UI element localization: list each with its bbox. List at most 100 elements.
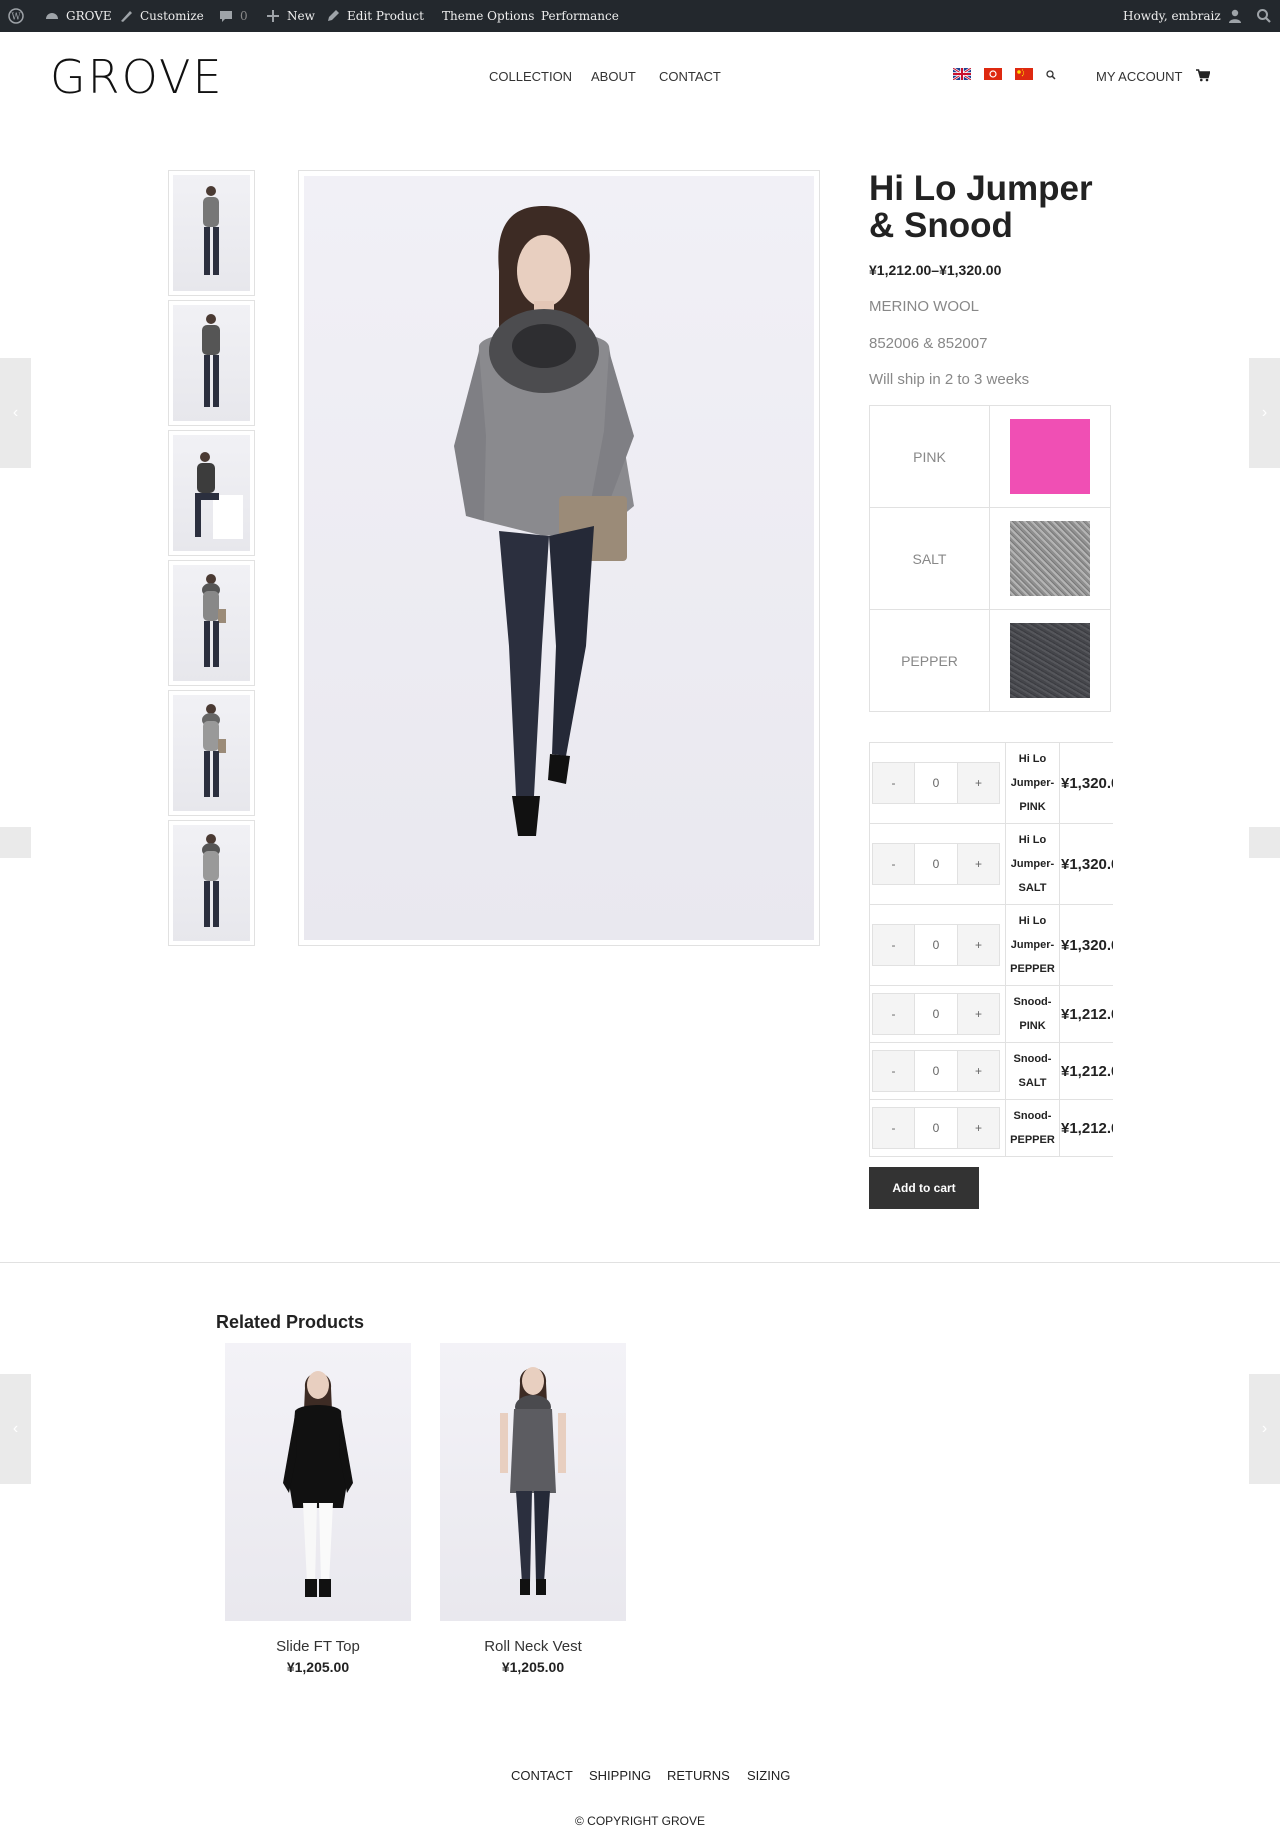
variation-name-line: Snood-: [1013, 996, 1052, 1008]
pink-swatch: [1010, 419, 1090, 494]
swatch-label: PINK: [869, 405, 990, 508]
variation-price: ¥1,320.00: [1059, 742, 1113, 824]
related-product-name[interactable]: Slide FT Top: [225, 1638, 411, 1655]
main-product-image[interactable]: [298, 170, 820, 946]
cart-icon[interactable]: [1196, 69, 1210, 82]
new-label: New: [287, 9, 315, 23]
howdy-label: Howdy, embraiz: [1123, 9, 1221, 23]
quantity-input[interactable]: 0: [915, 762, 957, 804]
variation-name-line: PINK: [1019, 801, 1046, 813]
site-name: GROVE: [66, 9, 112, 23]
gallery-thumbnail[interactable]: [168, 690, 255, 816]
swatch-label: PEPPER: [869, 609, 990, 712]
plus-button[interactable]: +: [957, 762, 1000, 804]
gallery-thumbnail[interactable]: [168, 430, 255, 556]
swatch-cell: [989, 609, 1111, 712]
theme-options-link[interactable]: Theme Options: [442, 0, 534, 32]
minus-button[interactable]: -: [872, 924, 915, 966]
quantity-stepper: - 0 +: [872, 924, 1002, 966]
plus-button[interactable]: +: [957, 924, 1000, 966]
product-thumbnail-image: [173, 435, 250, 551]
related-product-name[interactable]: Roll Neck Vest: [440, 1638, 626, 1655]
add-to-cart-button[interactable]: Add to cart: [869, 1167, 979, 1209]
nav-about[interactable]: ABOUT: [591, 69, 636, 84]
performance-link[interactable]: Performance: [541, 0, 619, 32]
footer-link-sizing[interactable]: SIZING: [747, 1768, 790, 1783]
swatch-row: SALT: [869, 507, 1111, 610]
customize-label: Customize: [140, 9, 204, 23]
chevron-right-icon: ›: [1261, 404, 1268, 421]
comments-link[interactable]: 0: [218, 0, 248, 32]
variation-name: Hi Lo Jumper- PEPPER: [1005, 904, 1060, 986]
color-swatch-table: PINK SALT PEPPER: [869, 405, 1111, 712]
nav-collection[interactable]: COLLECTION: [489, 69, 572, 84]
minus-button[interactable]: -: [872, 1107, 915, 1149]
quantity-input[interactable]: 0: [915, 1050, 957, 1092]
variation-price: ¥1,212.00: [1059, 1042, 1113, 1100]
quantity-input[interactable]: 0: [915, 843, 957, 885]
variation-name-line: Hi Lo: [1018, 753, 1047, 765]
product-codes: 852006 & 852007: [869, 335, 988, 352]
variation-name-line: PEPPER: [1010, 963, 1055, 975]
next-arrow-small[interactable]: [1249, 827, 1280, 858]
next-related-arrow[interactable]: ›: [1249, 1374, 1280, 1484]
admin-bar: W GROVE Customize 0 New Edit Product The…: [0, 0, 1280, 32]
new-link[interactable]: New: [265, 0, 315, 32]
quantity-input[interactable]: 0: [915, 1107, 957, 1149]
variation-price: ¥1,320.00: [1059, 823, 1113, 905]
site-logo[interactable]: GROVE: [50, 52, 224, 102]
variation-row: - 0 + Snood- PEPPER ¥1,212.00: [869, 1099, 1113, 1157]
prev-product-arrow[interactable]: ‹: [0, 358, 31, 468]
swatch-row: PINK: [869, 405, 1111, 508]
footer-link-returns[interactable]: RETURNS: [667, 1768, 730, 1783]
minus-button[interactable]: -: [872, 1050, 915, 1092]
variation-name: Snood- SALT: [1005, 1042, 1060, 1100]
nav-contact[interactable]: CONTACT: [659, 69, 721, 84]
swatch-label: SALT: [869, 507, 990, 610]
plus-button[interactable]: +: [957, 843, 1000, 885]
minus-button[interactable]: -: [872, 843, 915, 885]
footer-link-shipping[interactable]: SHIPPING: [589, 1768, 651, 1783]
quantity-stepper: - 0 +: [872, 993, 1002, 1035]
gallery-thumbnail[interactable]: [168, 170, 255, 296]
edit-product-link[interactable]: Edit Product: [325, 0, 424, 32]
quantity-input[interactable]: 0: [915, 993, 957, 1035]
variation-price: ¥1,320.00: [1059, 904, 1113, 986]
product-thumbnail-image: [173, 175, 250, 291]
related-product-image[interactable]: [225, 1343, 411, 1621]
hong-kong-flag-icon[interactable]: [984, 68, 1002, 80]
minus-button[interactable]: -: [872, 762, 915, 804]
variation-name: Snood- PEPPER: [1005, 1099, 1060, 1157]
gallery-thumbnail[interactable]: [168, 820, 255, 946]
related-product-image[interactable]: [440, 1343, 626, 1621]
admin-search-icon[interactable]: [1256, 0, 1272, 32]
customize-link[interactable]: Customize: [118, 0, 204, 32]
product-thumbnail-image: [173, 565, 250, 681]
prev-related-arrow[interactable]: ‹: [0, 1374, 31, 1484]
shipping-note: Will ship in 2 to 3 weeks: [869, 371, 1030, 388]
variation-price: ¥1,212.00: [1059, 985, 1113, 1043]
search-icon[interactable]: [1046, 70, 1056, 80]
quantity-input[interactable]: 0: [915, 924, 957, 966]
footer-link-contact[interactable]: CONTACT: [511, 1768, 573, 1783]
plus-button[interactable]: +: [957, 1107, 1000, 1149]
next-product-arrow[interactable]: ›: [1249, 358, 1280, 468]
gallery-thumbnail[interactable]: [168, 300, 255, 426]
uk-flag-icon[interactable]: [953, 68, 971, 80]
my-account-link[interactable]: MY ACCOUNT: [1096, 69, 1182, 84]
prev-arrow-small[interactable]: [0, 827, 31, 858]
minus-button[interactable]: -: [872, 993, 915, 1035]
site-name-link[interactable]: GROVE: [44, 0, 112, 32]
edit-product-label: Edit Product: [347, 9, 424, 23]
plus-button[interactable]: +: [957, 993, 1000, 1035]
wordpress-logo-icon[interactable]: W: [8, 0, 24, 32]
variation-row: - 0 + Snood- SALT ¥1,212.00: [869, 1042, 1113, 1100]
product-material: MERINO WOOL: [869, 298, 980, 315]
my-account-admin-link[interactable]: Howdy, embraiz: [1123, 0, 1243, 32]
swatch-row: PEPPER: [869, 609, 1111, 712]
gallery-thumbnail[interactable]: [168, 560, 255, 686]
quantity-stepper: - 0 +: [872, 1107, 1002, 1149]
related-product-price: ¥1,205.00: [286, 1659, 350, 1675]
china-flag-icon[interactable]: [1015, 68, 1033, 80]
plus-button[interactable]: +: [957, 1050, 1000, 1092]
